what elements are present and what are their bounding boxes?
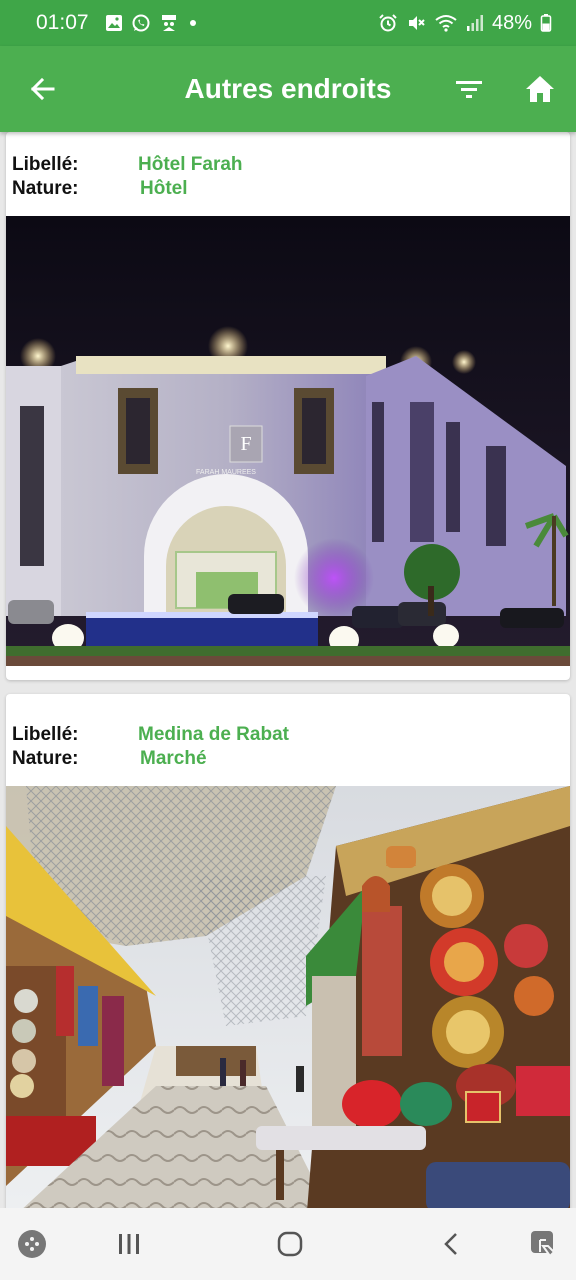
nature-value: Marché — [140, 748, 207, 769]
signal-icon — [466, 14, 484, 32]
label-value: Medina de Rabat — [138, 724, 289, 745]
app-bar: Autres endroits — [0, 46, 576, 132]
wifi-icon — [434, 13, 458, 33]
system-nav-bar — [0, 1208, 576, 1280]
label-key: Libellé: — [12, 154, 79, 175]
nature-key: Nature: — [12, 178, 79, 199]
place-list[interactable]: Libellé: Hôtel Farah Nature: Hôtel F FAR… — [0, 132, 576, 1208]
alarm-icon — [378, 13, 398, 33]
svg-text:F: F — [240, 433, 251, 455]
status-bar: 01:07 48% — [0, 0, 576, 46]
place-image[interactable] — [6, 786, 570, 1208]
label-row: Libellé: Hôtel Farah — [12, 153, 564, 177]
label-value: Hôtel Farah — [138, 154, 243, 175]
nature-row: Nature: Marché — [12, 747, 564, 771]
accessibility-button[interactable] — [516, 1216, 572, 1272]
place-card[interactable]: Libellé: Hôtel Farah Nature: Hôtel F FAR… — [6, 132, 570, 680]
back-nav-button[interactable] — [424, 1216, 480, 1272]
nature-value: Hôtel — [140, 178, 188, 199]
filter-icon — [456, 81, 482, 98]
mute-icon — [406, 13, 426, 33]
home-nav-button[interactable] — [262, 1216, 318, 1272]
accessibility-icon — [531, 1231, 556, 1258]
gallery-icon — [105, 14, 123, 32]
label-key: Libellé: — [12, 724, 79, 745]
recents-button[interactable] — [101, 1216, 157, 1272]
place-image[interactable]: F FARAH MAUREES — [6, 216, 570, 666]
place-info: Libellé: Medina de Rabat Nature: Marché — [6, 694, 570, 771]
battery-percent: 48% — [491, 11, 532, 34]
label-row: Libellé: Medina de Rabat — [12, 723, 564, 747]
arrow-left-icon — [30, 77, 55, 101]
place-info: Libellé: Hôtel Farah Nature: Hôtel — [6, 132, 570, 201]
filter-button[interactable] — [441, 61, 497, 117]
dot-icon — [187, 17, 199, 29]
home-button[interactable] — [512, 61, 568, 117]
back-chevron-icon — [444, 1233, 457, 1255]
game-launcher-icon — [18, 1230, 46, 1258]
market-photo — [6, 786, 570, 1208]
recents-icon — [119, 1234, 139, 1254]
battery-icon — [540, 13, 552, 33]
place-card[interactable]: Libellé: Medina de Rabat Nature: Marché — [6, 694, 570, 1208]
home-circle-icon — [277, 1231, 303, 1257]
game-launcher-button[interactable] — [4, 1216, 60, 1272]
nature-key: Nature: — [12, 748, 79, 769]
status-time: 01:07 — [36, 11, 89, 34]
home-icon — [526, 76, 554, 102]
status-left: 01:07 — [36, 11, 199, 35]
app-icon — [159, 13, 179, 33]
hotel-photo: F FARAH MAUREES — [6, 216, 570, 666]
back-button[interactable] — [14, 61, 70, 117]
nature-row: Nature: Hôtel — [12, 177, 564, 201]
status-right: 48% — [378, 12, 552, 35]
whatsapp-icon — [131, 13, 151, 33]
